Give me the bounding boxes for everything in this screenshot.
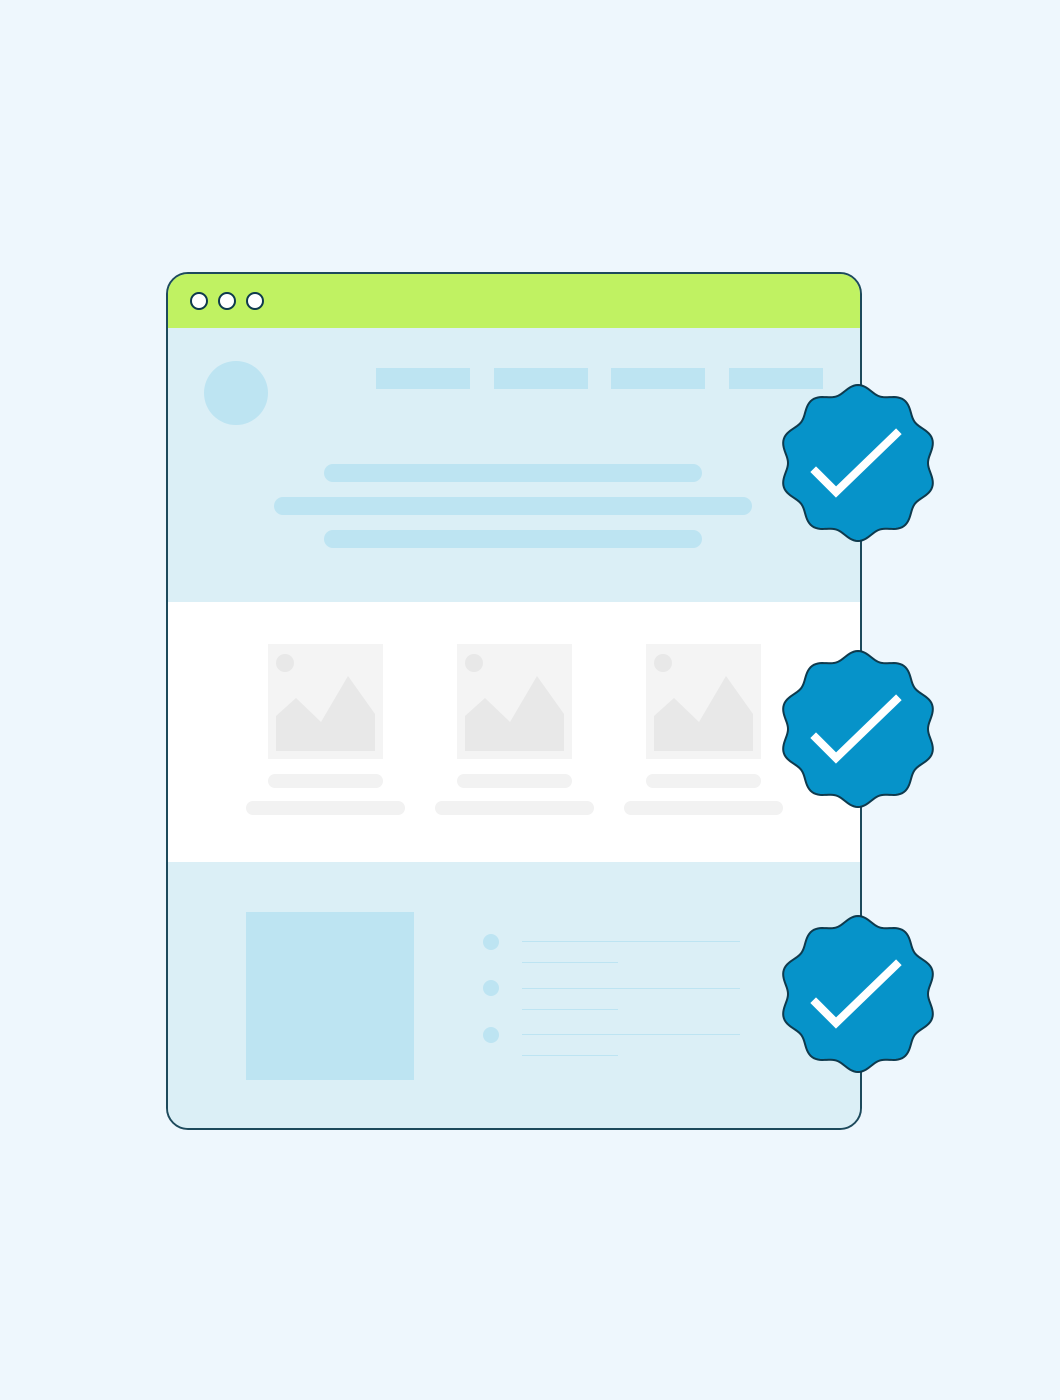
hero-section	[168, 328, 860, 602]
card-title-placeholder	[268, 774, 383, 788]
card-text-placeholder	[246, 801, 405, 815]
bullet-text-line	[522, 1034, 740, 1035]
verified-badge-checkmark-icon	[778, 384, 940, 542]
cards-section	[168, 602, 860, 862]
image-placeholder-icon	[457, 644, 572, 759]
hero-text-line-placeholder	[274, 497, 752, 515]
window-control-dot-minimize	[218, 292, 236, 310]
window-control-dot-maximize	[246, 292, 264, 310]
bullet-text-line	[522, 941, 740, 942]
nav-item-placeholder	[494, 368, 588, 389]
badge-seal-shape	[782, 650, 934, 808]
nav-item-placeholder	[376, 368, 470, 389]
logo-placeholder	[204, 361, 268, 425]
bullet-text-line	[522, 1009, 618, 1010]
bullet-point	[483, 1027, 499, 1043]
browser-titlebar	[168, 274, 860, 328]
image-placeholder-icon	[268, 644, 383, 759]
verified-badge-checkmark-icon	[778, 650, 940, 808]
badge-seal-shape	[782, 384, 934, 542]
bullet-text-line	[522, 1055, 618, 1056]
card-text-placeholder	[624, 801, 783, 815]
hero-text-line-placeholder	[324, 464, 702, 482]
card-title-placeholder	[457, 774, 572, 788]
window-control-dot-close	[190, 292, 208, 310]
browser-window-mockup	[166, 272, 862, 1130]
feature-image-placeholder	[246, 912, 414, 1080]
nav-item-placeholder	[611, 368, 705, 389]
bullet-text-line	[522, 988, 740, 989]
card-title-placeholder	[646, 774, 761, 788]
bullet-point	[483, 980, 499, 996]
bullet-point	[483, 934, 499, 950]
verified-badge-checkmark-icon	[778, 915, 940, 1073]
feature-section	[168, 862, 860, 1128]
image-placeholder-icon	[646, 644, 761, 759]
badge-seal-shape	[782, 915, 934, 1073]
hero-text-line-placeholder	[324, 530, 702, 548]
card-text-placeholder	[435, 801, 594, 815]
bullet-text-line	[522, 962, 618, 963]
